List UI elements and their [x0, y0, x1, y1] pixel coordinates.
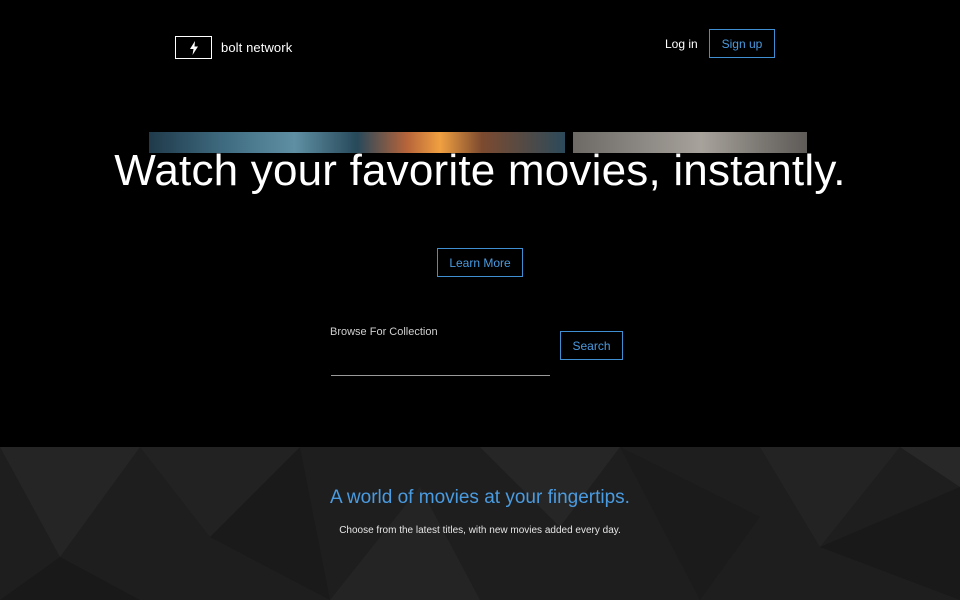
section-subtitle: Choose from the latest titles, with new … — [339, 525, 621, 536]
featured-section: A world of movies at your fingertips. Ch… — [0, 447, 960, 600]
movie-poster[interactable] — [573, 132, 807, 153]
search-input[interactable] — [331, 344, 550, 376]
search-label: Browse For Collection — [330, 326, 438, 338]
signup-button[interactable]: Sign up — [709, 29, 775, 58]
movie-poster[interactable] — [149, 132, 565, 153]
learn-more-button[interactable]: Learn More — [437, 248, 523, 277]
lightning-bolt-icon — [175, 36, 212, 59]
hero-title: Watch your favorite movies, instantly. — [114, 146, 846, 195]
section-background-pattern — [0, 447, 960, 600]
logo[interactable]: bolt network — [175, 36, 292, 59]
login-link[interactable]: Log in — [665, 37, 698, 51]
page: bolt network Log in Sign up Watch your f… — [0, 0, 960, 600]
search-button[interactable]: Search — [560, 331, 623, 360]
section-title: A world of movies at your fingertips. — [330, 487, 630, 508]
logo-text: bolt network — [221, 40, 293, 55]
